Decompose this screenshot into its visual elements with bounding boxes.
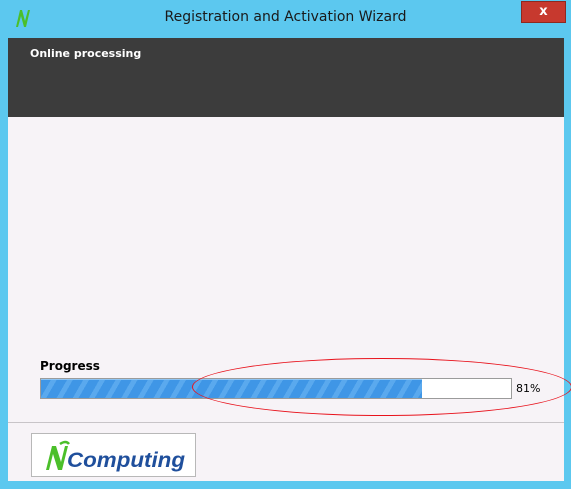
progress-bar-fill <box>41 379 422 398</box>
ncomputing-logo-graphic: Computing <box>46 440 185 472</box>
ncomputing-logo: Computing <box>31 433 196 477</box>
close-button[interactable]: x <box>521 1 566 23</box>
step-title: Online processing <box>30 47 142 60</box>
progress-bar <box>40 378 512 399</box>
progress-percent: 81% <box>516 382 541 395</box>
title-bar[interactable]: Registration and Activation Wizard x <box>0 0 571 38</box>
wizard-window: Registration and Activation Wizard x Onl… <box>0 0 571 489</box>
wizard-content <box>8 117 564 422</box>
progress-label: Progress <box>40 359 100 373</box>
window-title: Registration and Activation Wizard <box>164 9 407 25</box>
logo-wordmark: Computing <box>67 449 185 472</box>
